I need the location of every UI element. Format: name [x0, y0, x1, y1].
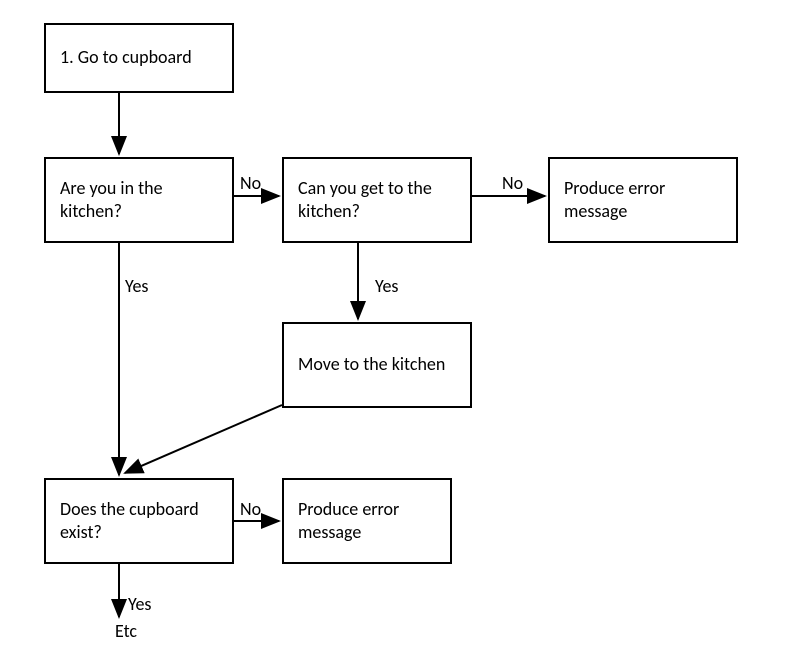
move-kitchen-text: Move to the kitchen: [298, 353, 445, 376]
label-no-2: No: [502, 172, 523, 194]
flowchart-error-top-box: Produce error message: [548, 157, 738, 243]
label-no-3: No: [240, 498, 261, 520]
label-yes-2: Yes: [375, 275, 398, 297]
start-text: 1. Go to cupboard: [60, 46, 192, 69]
flowchart-q-kitchen-box: Are you in the kitchen?: [44, 157, 234, 243]
q-cupboard-text: Does the cupboard exist?: [60, 498, 218, 545]
flowchart-q-cupboard-box: Does the cupboard exist?: [44, 478, 234, 564]
error-bottom-text: Produce error message: [298, 498, 436, 545]
flowchart-error-bottom-box: Produce error message: [282, 478, 452, 564]
label-yes-3: Yes: [128, 593, 151, 615]
q-get-kitchen-text: Can you get to the kitchen?: [298, 177, 456, 224]
label-etc: Etc: [115, 620, 137, 642]
flowchart-start-box: 1. Go to cupboard: [44, 23, 234, 93]
label-yes-1: Yes: [125, 275, 148, 297]
q-kitchen-text: Are you in the kitchen?: [60, 177, 218, 224]
label-no-1: No: [240, 172, 261, 194]
flowchart-q-get-kitchen-box: Can you get to the kitchen?: [282, 157, 472, 243]
flowchart-move-kitchen-box: Move to the kitchen: [282, 322, 472, 408]
error-top-text: Produce error message: [564, 177, 722, 224]
